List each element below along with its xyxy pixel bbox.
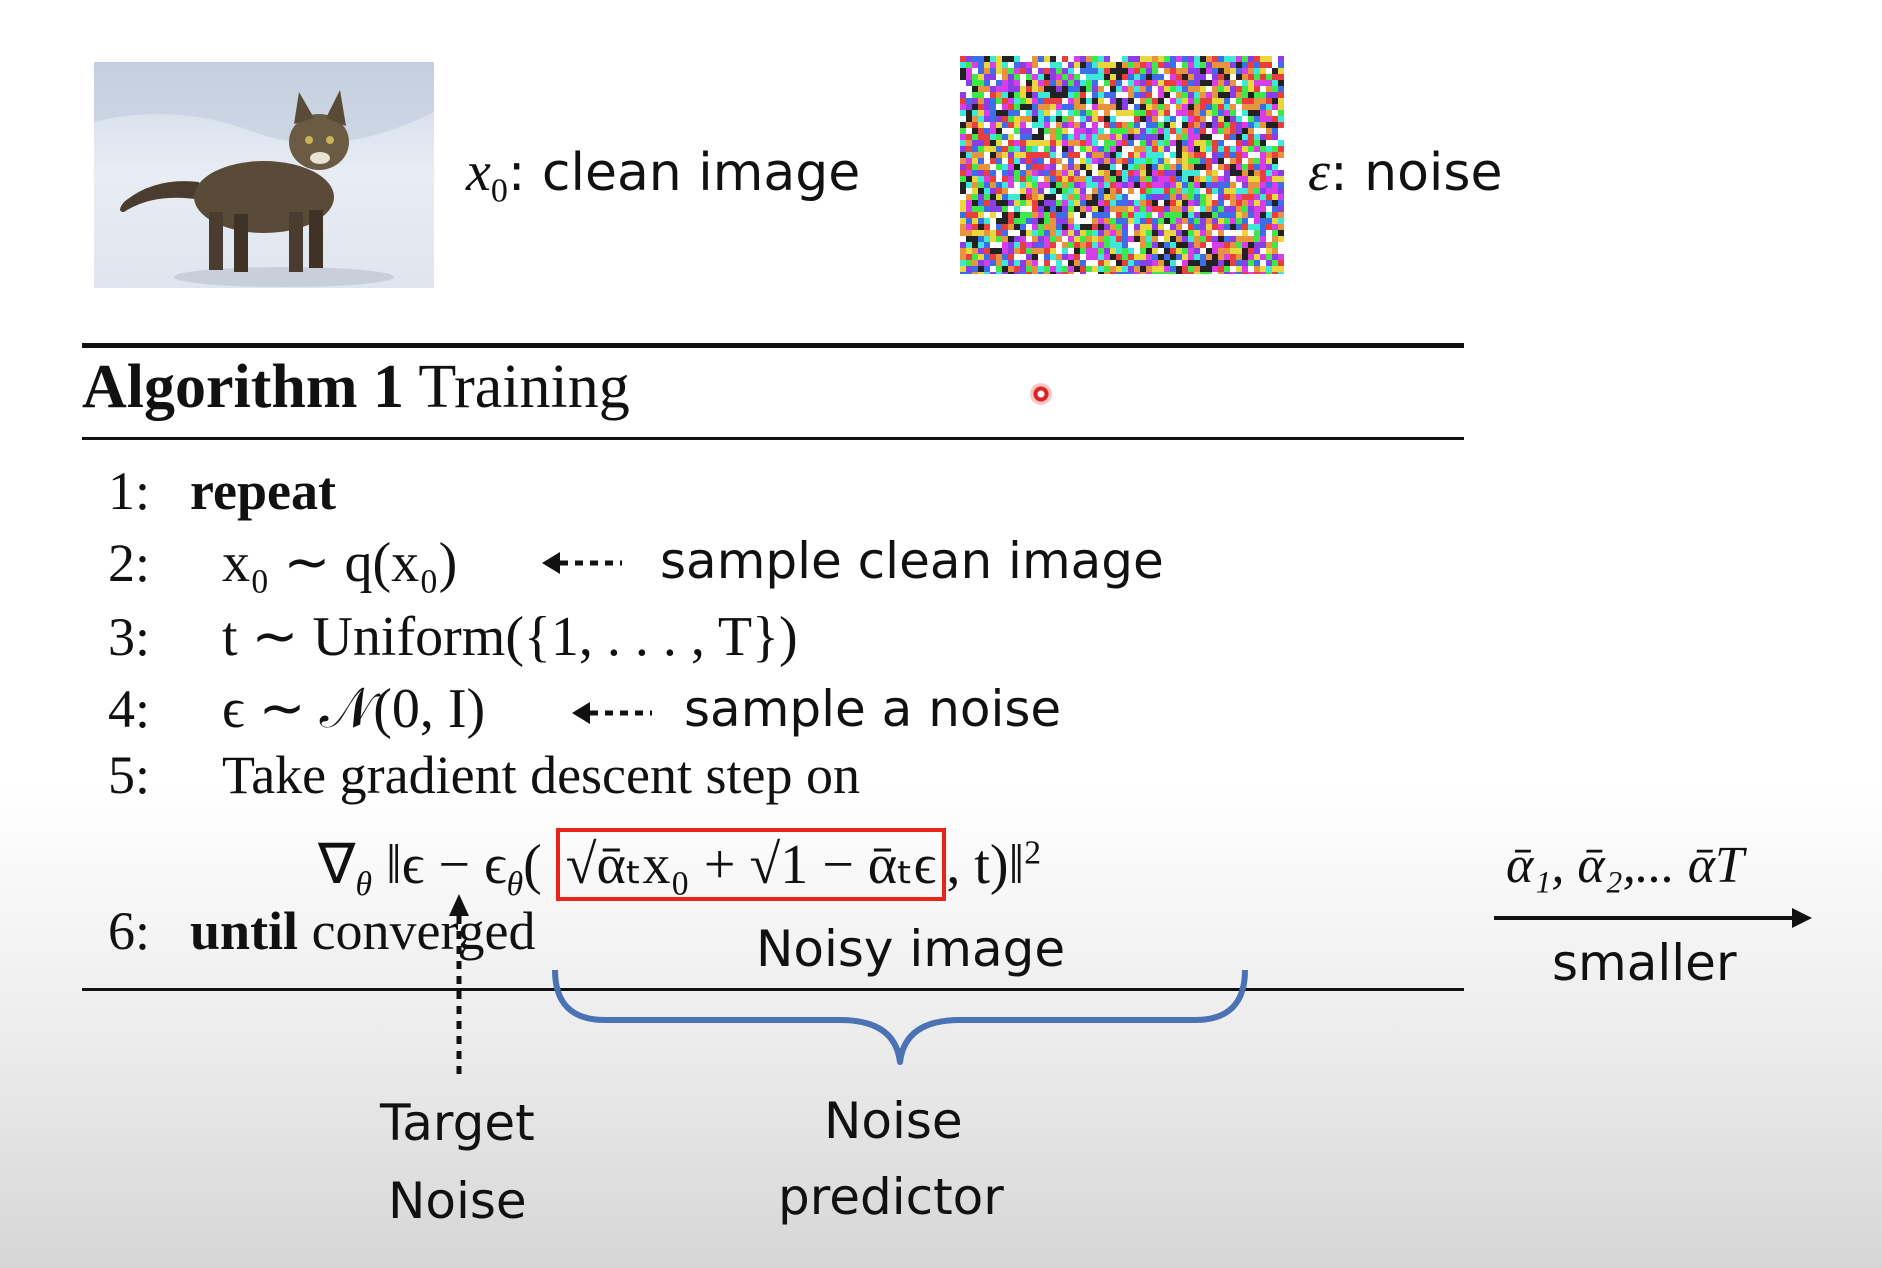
line-1-repeat: repeat	[190, 461, 336, 521]
line-3-formula: t ∼ Uniform({1, . . . , T})	[222, 606, 798, 668]
alpha-sequence: ᾱ₁, ᾱ₂,... ᾱT	[1506, 837, 1744, 894]
line-num-5: 5:	[108, 745, 151, 805]
clean-sub: 0	[490, 172, 508, 210]
noise-predictor-label-line2: predictor	[778, 1168, 1004, 1226]
line-num-6: 6:	[108, 901, 151, 961]
line-num-4: 4:	[108, 679, 151, 739]
title-rule	[82, 437, 1464, 440]
noise-label: ε: noise	[1308, 140, 1502, 204]
arrow-target-noise-icon	[449, 894, 469, 1074]
target-noise-label-line1: Target	[380, 1094, 535, 1152]
noise-predictor-label-line1: Noise	[824, 1092, 963, 1150]
until-keyword: until	[190, 901, 299, 961]
line-num-3: 3:	[108, 607, 151, 667]
smaller-label: smaller	[1552, 934, 1737, 992]
clean-image-label: x0: clean image	[466, 140, 860, 210]
sample-noise-annotation: sample a noise	[684, 680, 1062, 738]
top-rule	[82, 343, 1464, 348]
line-num-1: 1:	[108, 461, 151, 521]
arrow-sample-clean-icon	[542, 552, 622, 574]
arrow-sample-noise-icon	[572, 702, 652, 724]
formula-boxed: √ᾱₜx₀ + √1 − ᾱₜϵ	[555, 828, 947, 901]
noise-predictor-brace-icon	[552, 969, 1248, 1065]
formula-part1: ‖ϵ − ϵ	[385, 834, 507, 896]
line-5-text: Take gradient descent step on	[222, 745, 860, 805]
line-6-text: until converged	[190, 900, 535, 962]
noise-var: ε	[1308, 141, 1331, 203]
theta-sub: θ	[355, 866, 372, 904]
cursor-pointer-icon	[1030, 383, 1052, 405]
formula-tail: , t)‖	[946, 834, 1025, 896]
algorithm-title: Algorithm 1 Training	[82, 352, 630, 423]
clean-var: x	[466, 141, 491, 203]
clean-text: : clean image	[507, 143, 861, 203]
sample-clean-annotation: sample clean image	[660, 532, 1164, 590]
line-num-2: 2:	[108, 533, 151, 593]
until-rest: converged	[311, 901, 536, 961]
noise-image	[960, 56, 1284, 278]
loss-formula: ∇θ ‖ϵ − ϵθ( √ᾱₜx₀ + √1 − ᾱₜϵ, t)‖2	[318, 828, 1041, 904]
cat-image	[94, 62, 434, 288]
algorithm-title-bold: Algorithm 1	[82, 353, 405, 421]
line-4-formula: ϵ ∼ 𝒩(0, I)	[222, 678, 486, 740]
nabla-symbol: ∇	[318, 834, 356, 896]
line-2-formula: x₀ ∼ q(x₀)	[222, 532, 458, 594]
arrow-right-icon	[1494, 908, 1812, 928]
theta-sub-2: θ	[506, 866, 524, 904]
target-noise-label-line2: Noise	[388, 1172, 527, 1230]
noise-text: : noise	[1330, 143, 1503, 203]
algorithm-title-rest: Training	[418, 353, 630, 421]
formula-sup: 2	[1024, 834, 1042, 872]
